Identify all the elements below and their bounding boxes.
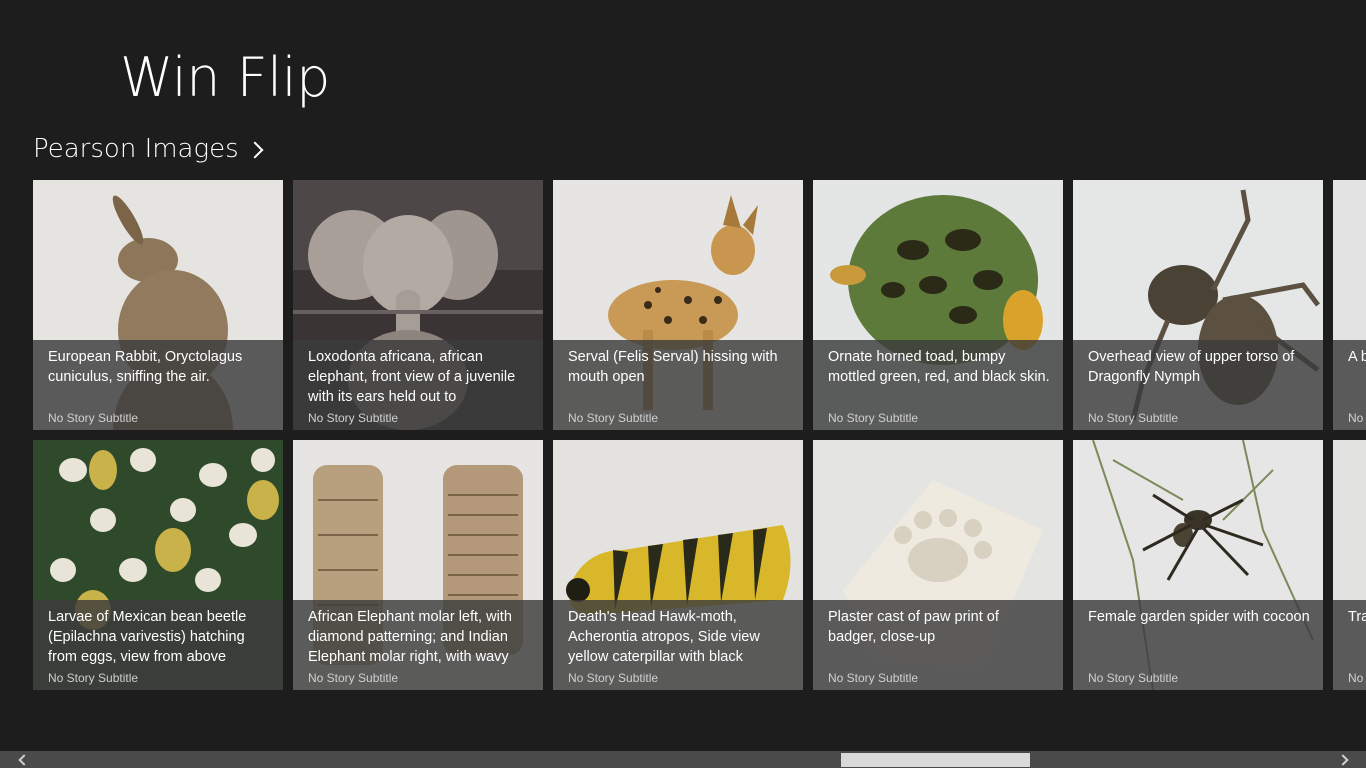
story-tile-toad[interactable]: Ornate horned toad, bumpy mottled green,… [813,180,1063,430]
scrollbar-thumb[interactable] [841,753,1030,767]
story-tile-caterpillar[interactable]: Death's Head Hawk-moth, Acherontia atrop… [553,440,803,690]
tile-title: A b [1348,349,1366,365]
tile-subtitle: No Story Subtitle [308,411,399,425]
story-tile-serval[interactable]: Serval (Felis Serval) hissing with mouth… [553,180,803,430]
tile-subtitle: No Story Subtitle [828,671,919,685]
tile-subtitle: No Story Subtitle [48,411,139,425]
chevron-right-icon [246,141,264,159]
tile-title: Overhead view of upper torso of Dragonfl… [1088,349,1295,385]
story-tile-elephant-molar[interactable]: African Elephant molar left, with diamon… [293,440,543,690]
tile-grid: European Rabbit, Oryctolagus cuniculus, … [33,180,1366,690]
tile-title: Serval (Felis Serval) hissing with mouth… [568,349,778,385]
chevron-right-icon[interactable] [1336,753,1351,767]
tile-subtitle: No Story Subtitle [48,671,139,685]
story-tile-garden-spider[interactable]: Female garden spider with cocoon No Stor… [1073,440,1323,690]
tile-title: Death's Head Hawk-moth, Acherontia atrop… [568,609,760,665]
story-tile-partial-2[interactable]: Tra Mu Co No [1333,440,1366,690]
story-tile-paw-cast[interactable]: Plaster cast of paw print of badger, clo… [813,440,1063,690]
story-tile-rabbit[interactable]: European Rabbit, Oryctolagus cuniculus, … [33,180,283,430]
tile-subtitle: No [1348,671,1364,685]
tile-title: Female garden spider with cocoon [1088,609,1310,625]
tile-title: Plaster cast of paw print of badger, clo… [828,609,999,645]
story-tile-partial[interactable]: A b No [1333,180,1366,430]
app-title: Win Flip [120,46,330,109]
tile-subtitle: No Story Subtitle [1088,671,1179,685]
tile-title: Loxodonta africana, african elephant, fr… [308,349,516,405]
story-tile-dragonfly-nymph[interactable]: Overhead view of upper torso of Dragonfl… [1073,180,1323,430]
chevron-left-icon[interactable] [15,753,30,767]
tile-subtitle: No Story Subtitle [568,671,659,685]
tile-subtitle: No Story Subtitle [1088,411,1179,425]
tile-subtitle: No Story Subtitle [828,411,919,425]
horizontal-scrollbar[interactable] [0,751,1366,768]
story-tile-bean-beetle[interactable]: Larvae of Mexican bean beetle (Epilachna… [33,440,283,690]
section-header-pearson-images[interactable]: Pearson Images [33,134,264,164]
tile-title: Tra Mu Co [1348,609,1366,625]
tile-subtitle: No Story Subtitle [308,671,399,685]
tile-subtitle: No Story Subtitle [568,411,659,425]
tile-title: Larvae of Mexican bean beetle (Epilachna… [48,609,247,665]
tile-title: African Elephant molar left, with diamon… [308,609,512,665]
section-title: Pearson Images [33,134,239,164]
story-tile-elephant[interactable]: Loxodonta africana, african elephant, fr… [293,180,543,430]
tile-title: Ornate horned toad, bumpy mottled green,… [828,349,1050,385]
tile-subtitle: No [1348,411,1364,425]
tile-title: European Rabbit, Oryctolagus cuniculus, … [48,349,243,385]
